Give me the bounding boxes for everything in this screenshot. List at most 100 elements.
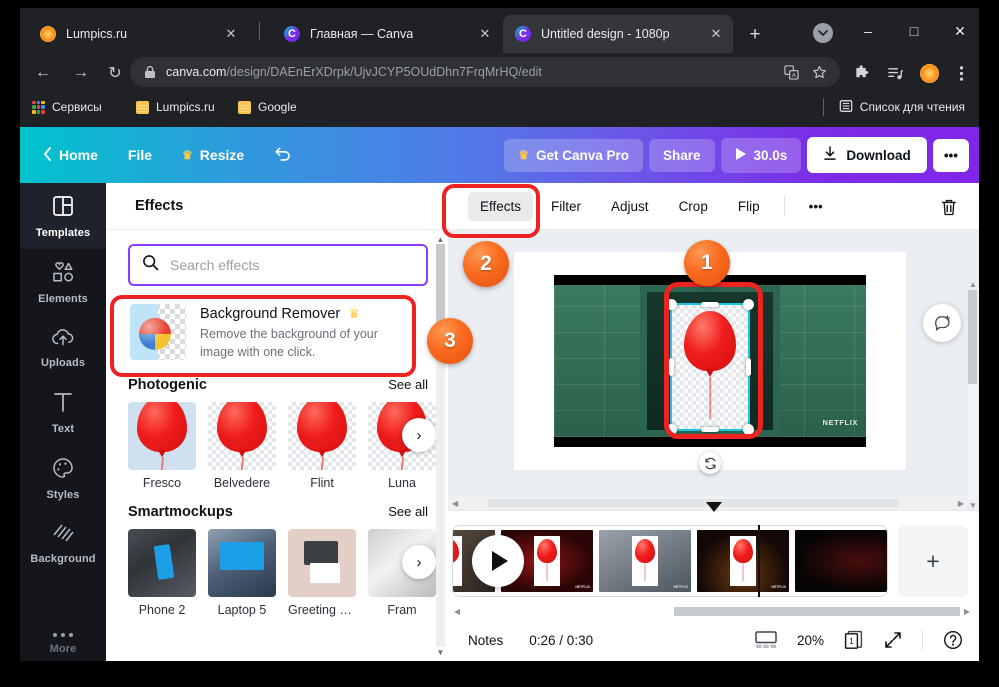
scroll-right-icon[interactable]: ▶ (958, 499, 964, 508)
see-all-link[interactable]: See all (388, 504, 428, 519)
sidebar-item-more[interactable]: More (20, 633, 106, 661)
translate-icon[interactable]: A (780, 61, 802, 83)
star-icon[interactable] (808, 61, 830, 83)
resize-handle-top-right[interactable] (743, 299, 754, 310)
sidebar-item-templates[interactable]: Templates (20, 183, 106, 249)
background-remover-card[interactable]: Background Remover ♛ Remove the backgrou… (126, 298, 430, 367)
play-duration-button[interactable]: 30.0s (720, 137, 802, 173)
resize-handle-top[interactable] (701, 302, 719, 307)
scroll-left-icon[interactable]: ◀ (452, 499, 458, 508)
resize-handle-bottom-left[interactable] (666, 424, 677, 435)
get-canva-pro-button[interactable]: ♛ Get Canva Pro (504, 138, 643, 172)
add-page-button[interactable]: + (898, 525, 968, 597)
back-button[interactable]: ← (30, 60, 56, 86)
effect-item[interactable]: Fresco (128, 402, 196, 490)
timeline-clip[interactable] (795, 530, 887, 592)
search-effects-box[interactable] (128, 244, 428, 286)
extensions-icon[interactable] (848, 60, 874, 86)
mockup-item[interactable]: Phone 2 (128, 529, 196, 617)
expand-icon[interactable] (884, 631, 902, 649)
play-button[interactable] (472, 535, 524, 587)
close-icon[interactable]: ✕ (705, 23, 727, 45)
bookmark-lumpics[interactable]: Lumpics.ru (136, 97, 215, 117)
selected-image-element[interactable] (666, 299, 754, 435)
tab-flip[interactable]: Flip (726, 192, 772, 221)
effect-item[interactable]: Flint (288, 402, 356, 490)
mockup-item[interactable]: Greeting car... (288, 529, 356, 617)
scroll-right-icon[interactable]: ▶ (964, 607, 970, 616)
pages-icon[interactable]: 1 (844, 630, 864, 650)
resize-handle-bottom[interactable] (701, 427, 719, 432)
close-icon[interactable]: ✕ (474, 23, 496, 45)
resize-button[interactable]: ♛ Resize (169, 139, 257, 171)
minimize-button[interactable]: – (848, 16, 888, 46)
home-button[interactable]: Home (30, 139, 111, 172)
panel-scrollbar[interactable]: ▲ ▼ (436, 234, 445, 657)
chevron-right-icon[interactable]: › (402, 418, 436, 453)
canvas-vertical-scrollbar[interactable]: ▲ ▼ (968, 280, 977, 510)
scrollbar-thumb[interactable] (488, 499, 898, 507)
profile-avatar-icon[interactable] (916, 60, 942, 86)
tab-search-icon[interactable] (813, 23, 833, 43)
tab-adjust[interactable]: Adjust (599, 192, 661, 221)
reload-button[interactable]: ↻ (102, 60, 128, 86)
close-icon[interactable]: ✕ (220, 23, 242, 45)
share-button[interactable]: Share (648, 138, 715, 172)
chrome-menu-icon[interactable] (948, 60, 974, 86)
timeline-playhead[interactable] (758, 525, 760, 597)
sidebar-item-text[interactable]: Text (20, 379, 106, 445)
sidebar-item-uploads[interactable]: Uploads (20, 315, 106, 379)
help-icon[interactable] (943, 630, 963, 650)
timeline-scrollbar[interactable]: ◀ ▶ (452, 604, 972, 618)
resize-handle-left[interactable] (669, 358, 674, 376)
zoom-level[interactable]: 20% (797, 633, 824, 648)
see-all-link[interactable]: See all (388, 377, 428, 392)
close-window-button[interactable]: ✕ (940, 16, 980, 46)
notes-button[interactable]: Notes (468, 633, 503, 648)
resize-handle-right[interactable] (746, 358, 751, 376)
undo-button[interactable] (261, 138, 305, 173)
file-button[interactable]: File (115, 139, 165, 171)
scroll-up-icon[interactable]: ▲ (969, 280, 977, 289)
tab-effects[interactable]: Effects (468, 191, 534, 221)
tab-filter[interactable]: Filter (539, 192, 593, 221)
browser-tab-2[interactable]: Главная — Canva ✕ (272, 15, 502, 53)
tab-crop[interactable]: Crop (667, 192, 720, 221)
rotate-icon[interactable] (699, 452, 721, 474)
sidebar-item-elements[interactable]: Elements (20, 249, 106, 315)
download-button[interactable]: Download (807, 137, 927, 173)
sidebar-item-styles[interactable]: Styles (20, 445, 106, 511)
maximize-button[interactable]: □ (894, 16, 934, 46)
scroll-down-icon[interactable]: ▼ (969, 501, 977, 510)
search-input[interactable] (170, 257, 414, 273)
resize-handle-bottom-right[interactable] (743, 424, 754, 435)
bookmark-google[interactable]: Google (238, 97, 297, 117)
three-dots-icon (53, 633, 73, 637)
mockup-item[interactable]: Laptop 5 (208, 529, 276, 617)
trash-icon[interactable] (937, 195, 961, 219)
scroll-up-icon[interactable]: ▲ (436, 234, 445, 244)
effect-item[interactable]: Belvedere (208, 402, 276, 490)
timeline-clip[interactable]: NETFLIX (599, 530, 691, 592)
browser-tab-1[interactable]: Lumpics.ru ✕ (28, 15, 248, 53)
resize-handle-top-left[interactable] (666, 299, 677, 310)
chevron-right-icon[interactable]: › (402, 545, 436, 580)
scrollbar-thumb[interactable] (968, 290, 977, 384)
scroll-down-icon[interactable]: ▼ (436, 647, 445, 657)
reading-list-button[interactable]: Список для чтения (822, 97, 965, 117)
scrollbar-thumb[interactable] (674, 606, 960, 616)
media-list-icon[interactable] (882, 60, 908, 86)
timeline-clip[interactable]: NETFLIX (697, 530, 789, 592)
browser-tab-3[interactable]: Untitled design - 1080p ✕ (503, 15, 733, 53)
add-comment-icon[interactable] (923, 304, 961, 342)
page-view-icon[interactable] (755, 631, 777, 649)
toolbar-more-button[interactable]: ••• (797, 192, 835, 221)
new-tab-button[interactable]: + (742, 22, 768, 48)
address-bar[interactable]: canva.com/design/DAEnErXDrpk/UjvJCYP5OUd… (130, 57, 840, 87)
sidebar-item-background[interactable]: Background (20, 511, 106, 575)
video-element[interactable]: NETFLIX (554, 275, 866, 447)
bookmark-services[interactable]: Сервисы (32, 97, 102, 117)
forward-button[interactable]: → (68, 60, 94, 86)
scroll-left-icon[interactable]: ◀ (454, 607, 460, 616)
top-bar-more-button[interactable]: ••• (932, 138, 969, 172)
